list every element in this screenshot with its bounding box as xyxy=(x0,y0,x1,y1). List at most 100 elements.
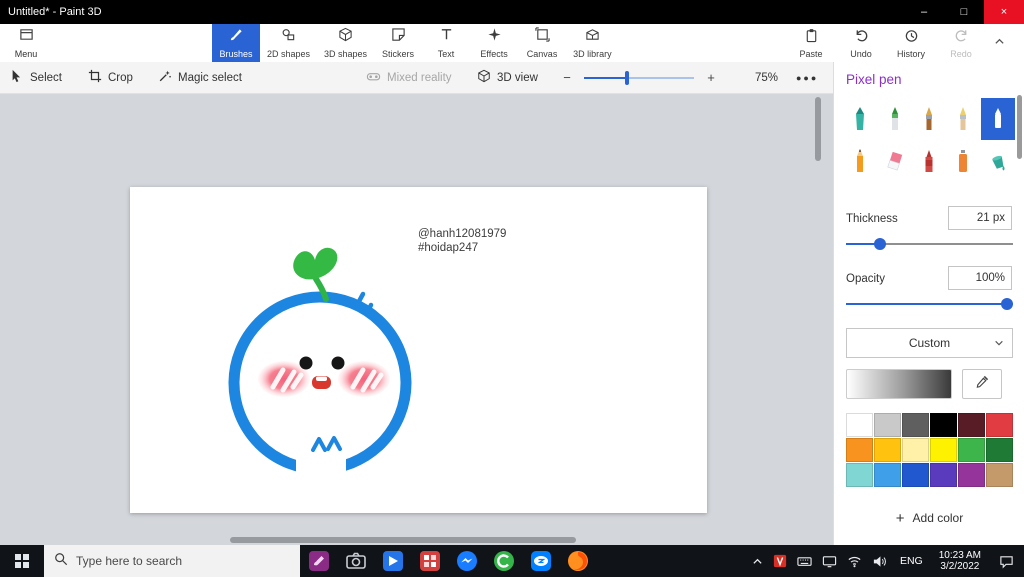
opacity-slider[interactable] xyxy=(846,298,1013,310)
crop-tool[interactable]: Crop xyxy=(88,62,133,93)
zoom-slider[interactable] xyxy=(584,70,694,85)
horizontal-scrollbar[interactable] xyxy=(0,536,833,545)
thickness-slider-thumb[interactable] xyxy=(874,238,886,250)
zoom-level-value[interactable]: 75% xyxy=(755,62,778,93)
swatch-blue[interactable] xyxy=(902,463,929,487)
tray-volume[interactable] xyxy=(867,545,892,577)
swatch-black[interactable] xyxy=(930,413,957,437)
menu-button[interactable]: Menu xyxy=(0,24,52,62)
paste-button[interactable]: Paste xyxy=(786,24,836,62)
eyedropper-button[interactable] xyxy=(962,369,1002,399)
thickness-slider[interactable] xyxy=(846,238,1013,250)
3d-view-icon xyxy=(477,69,491,86)
brush-marker[interactable] xyxy=(843,98,877,140)
brush-eraser[interactable] xyxy=(877,140,911,182)
taskbar-clock[interactable]: 10:23 AM 3/2/2022 xyxy=(931,550,989,573)
tray-expand-button[interactable] xyxy=(747,545,768,577)
undo-button[interactable]: Undo xyxy=(836,24,886,62)
minimize-button[interactable]: – xyxy=(904,0,944,24)
zoom-slider-thumb[interactable] xyxy=(624,70,629,85)
start-button[interactable] xyxy=(0,545,44,577)
taskbar-app-messenger[interactable] xyxy=(448,545,485,577)
brush-oil-brush[interactable] xyxy=(912,98,946,140)
brush-pixel-pen[interactable] xyxy=(980,98,1015,140)
swatch-light-gray[interactable] xyxy=(874,413,901,437)
swatch-green[interactable] xyxy=(958,438,985,462)
opacity-slider-thumb[interactable] xyxy=(1001,298,1013,310)
3d-view-tool[interactable]: 3D view xyxy=(477,62,538,93)
menu-label: Menu xyxy=(14,49,38,59)
shade-gradient-picker[interactable] xyxy=(846,369,952,399)
add-color-button[interactable]: + Add color xyxy=(834,503,1024,533)
zoom-in-button[interactable]: + xyxy=(704,70,718,85)
swatch-dark-red[interactable] xyxy=(958,413,985,437)
color-mode-dropdown[interactable]: Custom xyxy=(846,328,1013,358)
opacity-value-field[interactable]: 100% xyxy=(948,266,1012,290)
tab-text[interactable]: Text xyxy=(422,24,470,62)
redo-button[interactable]: Redo xyxy=(936,24,986,62)
mixed-reality-goggles-icon xyxy=(366,69,381,87)
taskbar-app-zalo[interactable] xyxy=(522,545,559,577)
taskbar-app-paint3d[interactable] xyxy=(300,545,337,577)
brush-fill[interactable] xyxy=(981,140,1015,182)
stickers-icon xyxy=(391,27,406,47)
clock-time: 10:23 AM xyxy=(938,549,981,561)
taskbar-app-coccoc[interactable] xyxy=(485,545,522,577)
swatch-gray[interactable] xyxy=(902,413,929,437)
swatch-gold[interactable] xyxy=(874,438,901,462)
tray-display[interactable] xyxy=(817,545,842,577)
vietnamese-input-icon xyxy=(773,554,787,568)
swatch-orange[interactable] xyxy=(846,438,873,462)
more-options-button[interactable]: ●●● xyxy=(796,62,818,93)
swatch-light-yellow[interactable] xyxy=(902,438,929,462)
taskbar-app-red[interactable] xyxy=(411,545,448,577)
tab-canvas[interactable]: Canvas xyxy=(518,24,566,62)
zoom-out-button[interactable]: − xyxy=(560,70,574,85)
swatch-light-blue[interactable] xyxy=(874,463,901,487)
menu-icon xyxy=(19,27,34,47)
brush-spray-can[interactable] xyxy=(946,140,980,182)
zoom-slider-fill xyxy=(584,76,625,79)
swatch-red[interactable] xyxy=(986,413,1013,437)
select-tool[interactable]: Select xyxy=(10,62,62,93)
brush-watercolor[interactable] xyxy=(946,98,980,140)
thickness-value-field[interactable]: 21 px xyxy=(948,206,1012,230)
swatch-turquoise[interactable] xyxy=(846,463,873,487)
tab-effects[interactable]: Effects xyxy=(470,24,518,62)
tray-touch-keyboard[interactable] xyxy=(792,545,817,577)
drawing-canvas[interactable]: @hanh12081979 #hoidap247 xyxy=(130,187,707,513)
mixed-reality-tool[interactable]: Mixed reality xyxy=(366,62,452,93)
taskbar-search-input[interactable]: Type here to search xyxy=(44,545,300,577)
oil-brush-icon xyxy=(925,107,932,130)
action-center-button[interactable] xyxy=(989,545,1024,577)
maximize-button[interactable]: □ xyxy=(944,0,984,24)
vertical-scrollbar-thumb[interactable] xyxy=(815,97,821,161)
taskbar-app-blue[interactable] xyxy=(374,545,411,577)
swatch-yellow[interactable] xyxy=(930,438,957,462)
tab-2d-shapes[interactable]: 2D shapes xyxy=(260,24,317,62)
tab-stickers[interactable]: Stickers xyxy=(374,24,422,62)
close-button[interactable]: × xyxy=(984,0,1024,24)
panel-scrollbar-thumb[interactable] xyxy=(1017,95,1022,159)
taskbar-app-firefox[interactable] xyxy=(559,545,596,577)
swatch-purple[interactable] xyxy=(958,463,985,487)
brush-pencil[interactable] xyxy=(843,140,877,182)
horizontal-scrollbar-thumb[interactable] xyxy=(230,537,576,543)
tab-3d-shapes[interactable]: 3D shapes xyxy=(317,24,374,62)
swatch-indigo[interactable] xyxy=(930,463,957,487)
taskbar-app-camera[interactable] xyxy=(337,545,374,577)
tab-brushes[interactable]: Brushes xyxy=(212,24,260,62)
swatch-white[interactable] xyxy=(846,413,873,437)
brush-calligraphy-pen[interactable] xyxy=(877,98,911,140)
swatch-tan[interactable] xyxy=(986,463,1013,487)
language-indicator[interactable]: ENG xyxy=(892,545,931,577)
magic-select-tool[interactable]: Magic select xyxy=(158,62,242,93)
collapse-ribbon-button[interactable] xyxy=(986,24,1012,62)
swatch-dark-green[interactable] xyxy=(986,438,1013,462)
vertical-scrollbar[interactable] xyxy=(814,94,823,537)
tab-3d-library[interactable]: 3D library xyxy=(566,24,619,62)
tray-language-input-icon[interactable] xyxy=(768,545,792,577)
brush-crayon[interactable] xyxy=(912,140,946,182)
tray-network[interactable] xyxy=(842,545,867,577)
history-button[interactable]: History xyxy=(886,24,936,62)
